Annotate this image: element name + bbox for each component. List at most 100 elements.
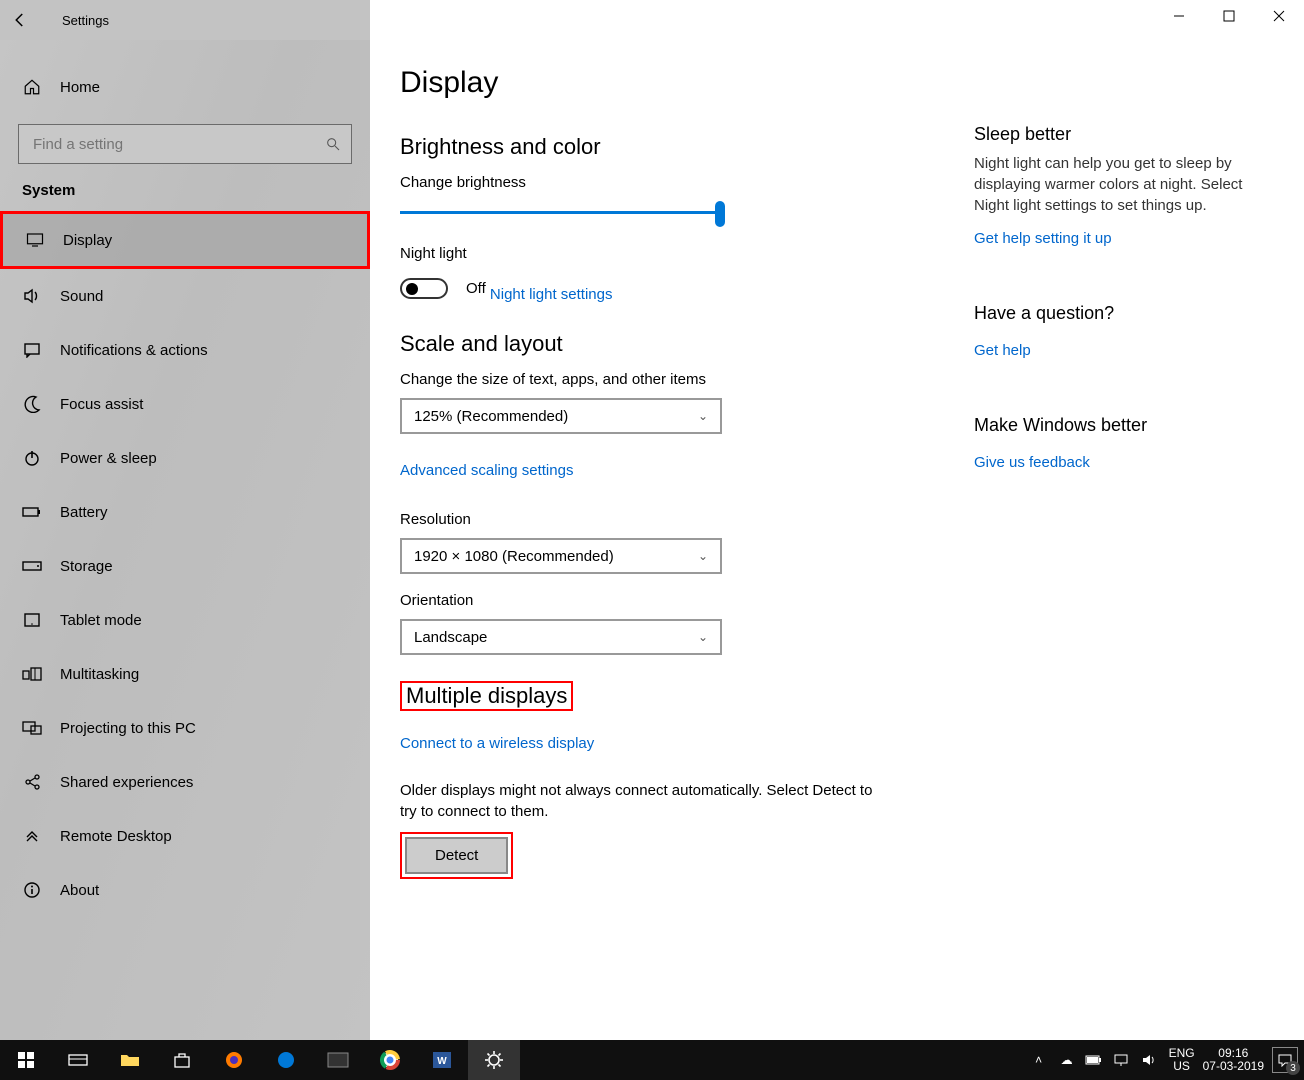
windows-icon (18, 1052, 34, 1068)
store-icon (173, 1051, 191, 1069)
orientation-label: Orientation (400, 592, 880, 609)
chevron-down-icon: ⌄ (698, 630, 708, 644)
multitask-icon (22, 664, 42, 684)
chrome-button[interactable] (364, 1040, 416, 1080)
get-help-link[interactable]: Get help (974, 342, 1031, 359)
sidebar-item-label: Storage (60, 558, 113, 575)
resolution-label: Resolution (400, 511, 880, 528)
sidebar-item-sound[interactable]: Sound (0, 269, 370, 323)
close-button[interactable] (1254, 0, 1304, 32)
taskbar-left: W (0, 1040, 520, 1080)
sidebar-item-power-sleep[interactable]: Power & sleep (0, 431, 370, 485)
search-input[interactable] (31, 135, 325, 154)
edge-button[interactable] (260, 1040, 312, 1080)
home-label: Home (60, 79, 100, 96)
multi-desc: Older displays might not always connect … (400, 780, 880, 822)
sidebar-item-remote-desktop[interactable]: Remote Desktop (0, 809, 370, 863)
night-light-settings-link[interactable]: Night light settings (490, 286, 613, 303)
maximize-button[interactable] (1204, 0, 1254, 32)
firefox-icon (224, 1050, 244, 1070)
search-icon (325, 136, 341, 152)
notif-badge: 3 (1286, 1061, 1300, 1075)
remote-icon (22, 826, 42, 846)
back-button[interactable] (0, 0, 40, 40)
share-icon (22, 772, 42, 792)
sidebar-item-label: Tablet mode (60, 612, 142, 629)
toggle-pill[interactable] (400, 278, 448, 299)
word-button[interactable]: W (416, 1040, 468, 1080)
sidebar-item-shared-experiences[interactable]: Shared experiences (0, 755, 370, 809)
date: 07-03-2019 (1203, 1060, 1264, 1073)
scale-heading: Scale and layout (400, 331, 880, 357)
battery-icon (22, 502, 42, 522)
sidebar-item-label: Notifications & actions (60, 342, 208, 359)
sleep-better-text: Night light can help you get to sleep by… (974, 153, 1264, 216)
sidebar-item-projecting-to-this-pc[interactable]: Projecting to this PC (0, 701, 370, 755)
volume-icon[interactable] (1141, 1053, 1161, 1067)
window-title: Settings (62, 13, 109, 28)
feedback-link[interactable]: Give us feedback (974, 454, 1090, 471)
edge-icon (276, 1050, 296, 1070)
battery-tray-icon[interactable] (1085, 1054, 1105, 1066)
start-button[interactable] (0, 1040, 52, 1080)
text-size-combo[interactable]: 125% (Recommended) ⌄ (400, 398, 722, 434)
sidebar-item-label: Focus assist (60, 396, 143, 413)
sidebar-item-multitasking[interactable]: Multitasking (0, 647, 370, 701)
resolution-value: 1920 × 1080 (Recommended) (414, 548, 614, 565)
night-light-state: Off (466, 280, 486, 297)
folder-icon (120, 1052, 140, 1068)
task-view-button[interactable] (52, 1040, 104, 1080)
brightness-label: Change brightness (400, 174, 880, 191)
sidebar-item-label: Remote Desktop (60, 828, 172, 845)
minimize-button[interactable] (1154, 0, 1204, 32)
clock[interactable]: 09:16 07-03-2019 (1203, 1047, 1264, 1073)
sidebar-item-storage[interactable]: Storage (0, 539, 370, 593)
gear-icon (484, 1050, 504, 1070)
lang-bottom: US (1169, 1060, 1195, 1073)
sidebar: Home System DisplaySoundNotifications & … (0, 40, 370, 1040)
brightness-slider[interactable] (400, 201, 725, 225)
search-box[interactable] (18, 124, 352, 164)
text-size-value: 125% (Recommended) (414, 408, 568, 425)
home-nav[interactable]: Home (0, 60, 370, 114)
wireless-display-link[interactable]: Connect to a wireless display (400, 735, 594, 752)
advanced-scaling-link[interactable]: Advanced scaling settings (400, 462, 573, 479)
multiple-displays-heading: Multiple displays (400, 681, 880, 711)
sidebar-item-label: Multitasking (60, 666, 139, 683)
action-center-button[interactable]: 3 (1272, 1047, 1298, 1073)
tray-chevron-icon[interactable]: ˄ (1029, 1053, 1049, 1067)
word-icon: W (432, 1050, 452, 1070)
sidebar-item-focus-assist[interactable]: Focus assist (0, 377, 370, 431)
orientation-combo[interactable]: Landscape ⌄ (400, 619, 722, 655)
resolution-combo[interactable]: 1920 × 1080 (Recommended) ⌄ (400, 538, 722, 574)
maximize-icon (1223, 10, 1235, 22)
file-explorer-button[interactable] (104, 1040, 156, 1080)
firefox-button[interactable] (208, 1040, 260, 1080)
sidebar-item-display[interactable]: Display (0, 211, 370, 269)
sidebar-item-notifications-actions[interactable]: Notifications & actions (0, 323, 370, 377)
sidebar-item-battery[interactable]: Battery (0, 485, 370, 539)
sidebar-item-tablet-mode[interactable]: Tablet mode (0, 593, 370, 647)
feedback-heading: Make Windows better (974, 415, 1264, 436)
language-indicator[interactable]: ENG US (1169, 1047, 1195, 1073)
sidebar-item-about[interactable]: About (0, 863, 370, 917)
network-icon[interactable] (1113, 1053, 1133, 1067)
slider-track (400, 211, 725, 214)
detect-button[interactable]: Detect (405, 837, 508, 874)
nav-list: DisplaySound Notifications & actions Focus… (0, 211, 370, 917)
sidebar-item-label: Projecting to this PC (60, 720, 196, 737)
slider-thumb[interactable] (715, 201, 725, 227)
settings-taskbar-button[interactable] (468, 1040, 520, 1080)
sleep-help-link[interactable]: Get help setting it up (974, 230, 1112, 247)
power-icon (22, 448, 42, 468)
side-column: Sleep better Night light can help you ge… (974, 120, 1264, 481)
toggle-knob (406, 283, 418, 295)
onedrive-icon[interactable]: ☁ (1057, 1053, 1077, 1067)
night-light-toggle[interactable]: Off (400, 278, 486, 299)
chrome-icon (380, 1050, 400, 1070)
sidebar-item-label: Shared experiences (60, 774, 193, 791)
sleep-better-heading: Sleep better (974, 124, 1264, 145)
highlight-box: Detect (400, 832, 513, 879)
store-button[interactable] (156, 1040, 208, 1080)
terminal-button[interactable] (312, 1040, 364, 1080)
